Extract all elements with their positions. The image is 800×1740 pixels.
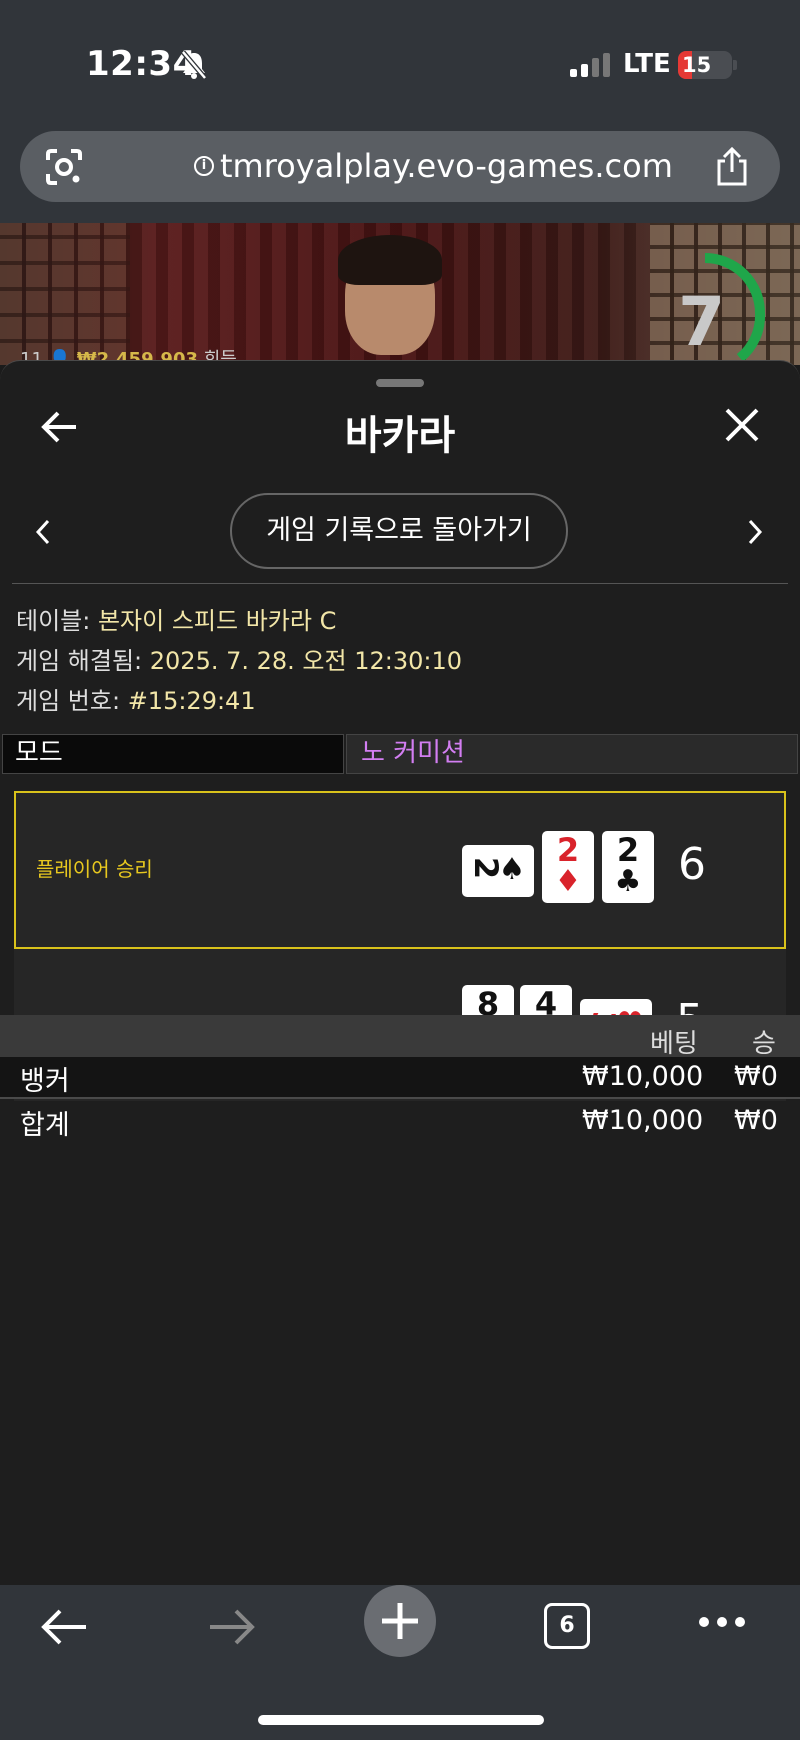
resolved-info: 게임 해결됨: 2025. 7. 28. 오전 12:30:10 bbox=[16, 647, 463, 675]
player-hand-row: 플레이어 승리 2 ♠ 2 ♦ 2 ♣ 6 bbox=[14, 791, 786, 949]
mode-row: 모드 노 커미션 bbox=[0, 732, 800, 776]
tab-switcher-button[interactable]: 6 bbox=[544, 1603, 590, 1649]
resolved-time: 2025. 7. 28. 오전 12:30:10 bbox=[149, 647, 463, 675]
chevron-left-icon[interactable] bbox=[34, 517, 52, 547]
google-lens-icon[interactable] bbox=[44, 148, 84, 186]
table-row: 뱅커 ₩10,000 ₩0 bbox=[0, 1057, 800, 1097]
chevron-right-icon[interactable] bbox=[746, 517, 764, 547]
browser-bottom-bar: 6 bbox=[0, 1585, 800, 1740]
player-card-1: 2 ♠ bbox=[462, 845, 534, 897]
battery-icon: 15 bbox=[678, 51, 732, 79]
countdown-timer: 7 bbox=[678, 283, 726, 362]
table-info: 테이블: 본자이 스피드 바카라 C bbox=[16, 607, 337, 635]
forward-icon[interactable] bbox=[208, 1607, 256, 1647]
table-name: 본자이 스피드 바카라 C bbox=[97, 607, 337, 635]
game-number-info: 게임 번호: #15:29:41 bbox=[16, 687, 256, 715]
game-number: #15:29:41 bbox=[127, 687, 256, 715]
player-card-3: 2 ♣ bbox=[602, 831, 654, 903]
browser-toolbar: i tmroyalplay.evo-games.com bbox=[0, 125, 800, 223]
mode-value: 노 커미션 bbox=[346, 734, 798, 774]
game-history-panel: 바카라 게임 기록으로 돌아가기 테이블: 본자이 스피드 바카라 C 게임 해… bbox=[0, 360, 800, 1586]
player-result-label: 플레이어 승리 bbox=[36, 857, 153, 881]
live-video-feed[interactable]: 7 11 👤 ₩2,459,903 회득 bbox=[0, 223, 800, 365]
home-indicator[interactable] bbox=[258, 1715, 544, 1725]
panel-title: 바카라 bbox=[344, 413, 456, 459]
player-card-2: 2 ♦ bbox=[542, 831, 594, 903]
close-icon[interactable] bbox=[722, 405, 762, 445]
back-icon[interactable] bbox=[40, 1607, 88, 1647]
mode-label: 모드 bbox=[2, 734, 344, 774]
site-info-icon[interactable]: i bbox=[194, 156, 214, 176]
divider bbox=[12, 583, 788, 584]
cellular-signal-icon bbox=[570, 53, 610, 77]
plus-icon bbox=[382, 1603, 418, 1639]
divider bbox=[0, 1097, 800, 1099]
new-tab-button[interactable] bbox=[364, 1585, 436, 1657]
network-type: LTE bbox=[623, 49, 671, 79]
more-icon[interactable] bbox=[698, 1615, 746, 1629]
column-win: 승 bbox=[752, 1029, 776, 1059]
share-icon[interactable] bbox=[714, 147, 750, 187]
back-to-history-button[interactable]: 게임 기록으로 돌아가기 bbox=[230, 493, 568, 569]
battery-level: 15 bbox=[682, 53, 712, 77]
url-text[interactable]: tmroyalplay.evo-games.com bbox=[220, 147, 673, 185]
status-bar: 12:34 LTE 15 bbox=[0, 0, 800, 125]
drag-handle[interactable] bbox=[376, 379, 424, 387]
bell-muted-icon bbox=[181, 50, 207, 80]
address-bar[interactable]: i tmroyalplay.evo-games.com bbox=[20, 131, 780, 202]
player-score: 6 bbox=[678, 839, 706, 890]
total-row: 합계 ₩10,000 ₩0 bbox=[0, 1101, 800, 1141]
bets-table-header: 베팅 승 bbox=[0, 1015, 800, 1063]
column-bet: 베팅 bbox=[650, 1029, 698, 1059]
